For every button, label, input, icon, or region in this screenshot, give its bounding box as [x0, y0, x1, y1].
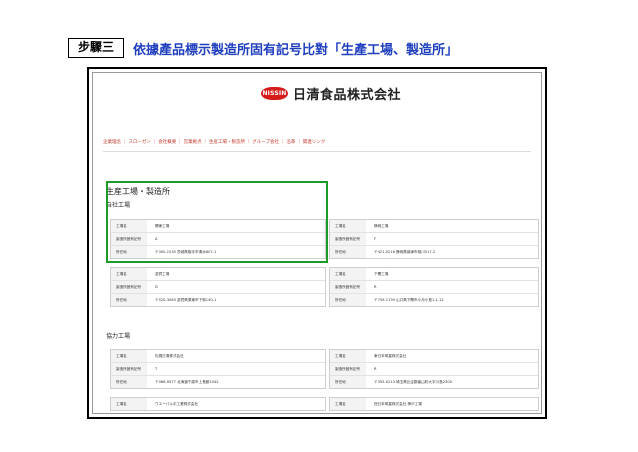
factory-name: 滋賀工場 [155, 272, 170, 276]
label-address: 所在地 [330, 246, 366, 258]
highlight-box [106, 181, 328, 263]
label-name: 工場名 [111, 350, 147, 362]
label-name: 工場名 [330, 220, 366, 232]
label-code: 製造所固有記号 [330, 281, 366, 293]
factory-table: 工場名 東日本明星株式会社 製造所固有記号 R 所在地 〒355-0213 埼玉県比企… [329, 349, 539, 389]
factory-address: 〒421-0216 静岡県焼津市相川517-2 [374, 250, 436, 254]
step-label: 步驟三 [68, 38, 124, 58]
factory-address: 〒355-0213 埼玉県比企郡嵐山町大字川島2300 [374, 380, 452, 384]
factory-name: 西日本明星株式会社 神戸工場 [374, 402, 422, 406]
site-nav-links: 企業理念 ｜ スローガン ｜ 会社概要 ｜ 営業拠点 ｜ 生産工場・製造所 ｜ … [103, 140, 326, 145]
factory-code: R [374, 285, 377, 289]
factory-address: 〒759-1139 山口県下関市小月小島1-1-12 [374, 298, 444, 302]
factory-address: 〒066-0077 北海道千歳市上長都1042 [155, 380, 219, 384]
factory-table: 工場名 札幌日清株式会社 製造所固有記号 T 所在地 〒066-0077 北海道千歳市… [110, 349, 326, 389]
nav-divider [103, 151, 531, 152]
label-name: 工場名 [111, 398, 147, 410]
label-code: 製造所固有記号 [111, 363, 147, 375]
company-logo: NISSIN 日清食品株式会社 [261, 84, 401, 103]
label-code: 製造所固有記号 [330, 363, 366, 375]
company-name: 日清食品株式会社 [293, 88, 402, 103]
factory-name: ウエーパル中工業株式会社 [155, 402, 199, 406]
factory-name: 下関工場 [374, 272, 389, 276]
nissin-logo-badge: NISSIN [261, 87, 288, 100]
factory-code: T [155, 367, 158, 371]
label-address: 所在地 [330, 376, 366, 388]
section-partner-factories: 協力工場 [106, 333, 131, 340]
website-screenshot: NISSIN 日清食品株式会社 企業理念 ｜ スローガン ｜ 会社概要 ｜ 営業… [87, 67, 547, 419]
factory-name: 東日本明星株式会社 [374, 354, 407, 358]
label-code: 製造所固有記号 [111, 281, 147, 293]
step-instruction: 依據產品標示製造所固有記号比對「生產工場、製造所」 [133, 43, 459, 58]
label-code: 製造所固有記号 [330, 233, 366, 245]
factory-table: 工場名 西日本明星株式会社 神戸工場 [329, 397, 539, 411]
label-address: 所在地 [111, 294, 147, 306]
label-address: 所在地 [111, 376, 147, 388]
factory-code: F [374, 237, 377, 241]
label-address: 所在地 [330, 294, 366, 306]
factory-code: D [155, 285, 158, 289]
factory-table: 工場名 静岡工場 製造所固有記号 F 所在地 〒421-0216 静岡県焼津市相川51… [329, 219, 539, 259]
label-name: 工場名 [330, 268, 366, 280]
label-name: 工場名 [111, 268, 147, 280]
label-name: 工場名 [330, 350, 366, 362]
factory-table: 工場名 下関工場 製造所固有記号 R 所在地 〒759-1139 山口県下関市小月小島… [329, 267, 539, 307]
screenshot-frame: NISSIN 日清食品株式会社 企業理念 ｜ スローガン ｜ 会社概要 ｜ 営業… [92, 72, 542, 414]
factory-name: 静岡工場 [374, 224, 389, 228]
factory-table: 工場名 滋賀工場 製造所固有記号 D 所在地 〒520-3083 滋賀県栗東市下鈎14… [110, 267, 326, 307]
label-name: 工場名 [330, 398, 366, 410]
factory-name: 札幌日清株式会社 [155, 354, 184, 358]
factory-code: R [374, 367, 377, 371]
factory-address: 〒520-3083 滋賀県栗東市下鈎140-1 [155, 298, 217, 302]
factory-table: 工場名 ウエーパル中工業株式会社 [110, 397, 326, 411]
